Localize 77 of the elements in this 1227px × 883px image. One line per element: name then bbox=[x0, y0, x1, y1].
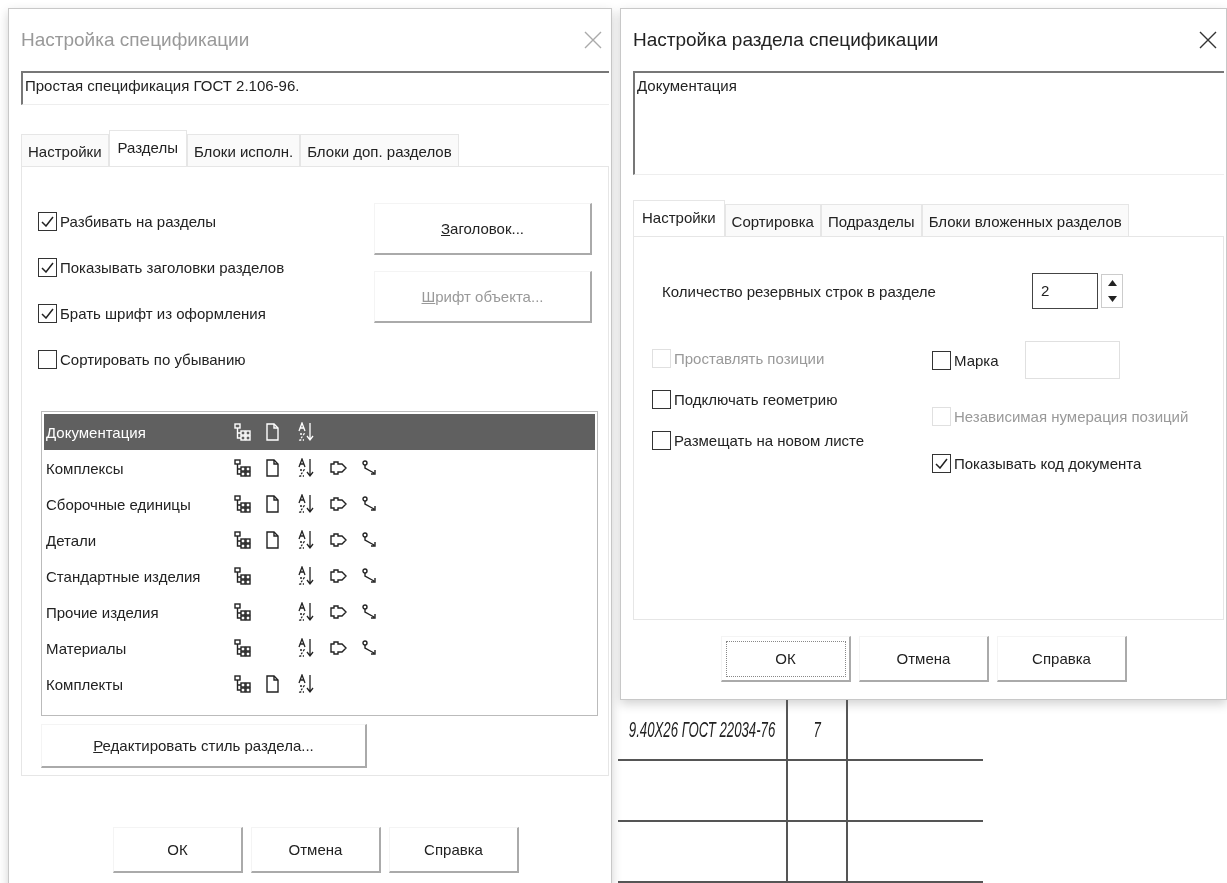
hierarchy-icon bbox=[234, 459, 252, 477]
checkbox-label: Марка bbox=[954, 351, 999, 369]
checkbox[interactable] bbox=[38, 350, 57, 369]
hierarchy-icon bbox=[234, 639, 252, 657]
table-cell bbox=[788, 761, 848, 822]
checkbox[interactable] bbox=[38, 212, 57, 231]
checkbox-label: Сортировать по убыванию bbox=[60, 351, 246, 368]
hierarchy-icon bbox=[234, 495, 252, 513]
sort-icon bbox=[298, 494, 315, 514]
table-cell: 9.40Х26 ГОСТ 22034-76 bbox=[618, 700, 788, 761]
checkmark-icon bbox=[41, 262, 54, 273]
table-cell bbox=[788, 822, 848, 883]
hierarchy-icon bbox=[234, 531, 252, 549]
sort-icon bbox=[298, 602, 315, 622]
section-row[interactable]: Стандартные изделия bbox=[44, 558, 595, 594]
checkbox[interactable] bbox=[38, 304, 57, 323]
dialog-button[interactable]: Справка bbox=[997, 636, 1127, 682]
section-name-field[interactable]: Документация bbox=[633, 71, 1224, 175]
checkbox[interactable] bbox=[38, 258, 57, 277]
side-button[interactable]: Заголовок... bbox=[374, 203, 592, 255]
table-cell: 7 bbox=[788, 700, 848, 761]
up-arrow-icon bbox=[1107, 280, 1117, 286]
section-row[interactable]: Сборочные единицы bbox=[44, 486, 595, 522]
section-row[interactable]: Детали bbox=[44, 522, 595, 558]
checkbox-label: Показывать код документа bbox=[954, 455, 1142, 472]
checkbox[interactable] bbox=[652, 431, 671, 450]
dialog-button[interactable]: Справка bbox=[389, 827, 519, 873]
sort-icon bbox=[298, 422, 315, 442]
close-icon bbox=[1198, 30, 1218, 50]
checkbox-label: Проставлять позиции bbox=[674, 350, 825, 367]
checkbox-label: Независимая нумерация позиций bbox=[954, 408, 1189, 425]
dialog-button[interactable]: Отмена bbox=[859, 636, 989, 682]
tab[interactable]: Блоки вложенных разделов bbox=[921, 204, 1129, 236]
checkbox[interactable] bbox=[932, 454, 951, 473]
edit-style-button[interactable]: Редактировать стиль раздела... bbox=[41, 724, 367, 768]
sort-icon bbox=[298, 674, 315, 694]
dialog-title: Настройка спецификации bbox=[21, 29, 250, 51]
checkmark-icon bbox=[41, 308, 54, 319]
section-row[interactable]: Документация bbox=[44, 414, 595, 450]
tab[interactable]: Подразделы bbox=[820, 204, 922, 236]
sort-icon bbox=[298, 530, 315, 550]
checkmark-icon bbox=[935, 458, 948, 469]
checkbox-label: Подключать геометрию bbox=[674, 391, 838, 408]
checkbox[interactable] bbox=[652, 390, 671, 409]
section-row[interactable]: Материалы bbox=[44, 630, 595, 666]
sort-icon bbox=[298, 638, 315, 658]
reserve-rows-label: Количество резервных строк в разделе bbox=[662, 282, 936, 300]
checkbox-label: Размещать на новом листе bbox=[674, 432, 865, 449]
section-row[interactable]: Прочие изделия bbox=[44, 594, 595, 630]
tab[interactable]: Настройки bbox=[633, 200, 725, 237]
checkbox[interactable] bbox=[932, 350, 951, 370]
tab[interactable]: Блоки доп. разделов bbox=[300, 134, 459, 166]
tab[interactable]: Разделы bbox=[108, 130, 187, 167]
checkbox-label: Брать шрифт из оформления bbox=[60, 305, 266, 322]
sort-icon bbox=[298, 458, 315, 478]
hierarchy-icon bbox=[234, 423, 252, 441]
tab[interactable]: Настройки bbox=[21, 134, 109, 166]
hierarchy-icon bbox=[234, 567, 252, 585]
close-icon bbox=[583, 30, 603, 50]
dialog-button[interactable]: ОК bbox=[113, 827, 243, 873]
dialog-button[interactable]: ОК bbox=[721, 636, 851, 682]
name-field[interactable]: Простая спецификация ГОСТ 2.106-96. bbox=[21, 71, 609, 105]
tab[interactable]: Блоки исполн. bbox=[186, 134, 301, 166]
checkbox-label: Показывать заголовки разделов bbox=[60, 259, 285, 276]
checkmark-icon bbox=[41, 216, 54, 227]
checkbox-label: Разбивать на разделы bbox=[60, 213, 216, 230]
hierarchy-icon bbox=[234, 675, 252, 693]
spin-field[interactable]: 2 bbox=[1032, 273, 1098, 309]
section-row[interactable]: Комплекты bbox=[44, 666, 595, 702]
mark-field[interactable] bbox=[1024, 341, 1120, 379]
dialog-button[interactable]: Отмена bbox=[251, 827, 381, 873]
hierarchy-icon bbox=[234, 603, 252, 621]
sort-icon bbox=[298, 566, 315, 586]
down-arrow-icon bbox=[1107, 296, 1117, 302]
section-row[interactable]: Комплексы bbox=[44, 450, 595, 486]
tab[interactable]: Сортировка bbox=[724, 204, 821, 236]
dialog-title: Настройка раздела спецификации bbox=[633, 29, 939, 51]
